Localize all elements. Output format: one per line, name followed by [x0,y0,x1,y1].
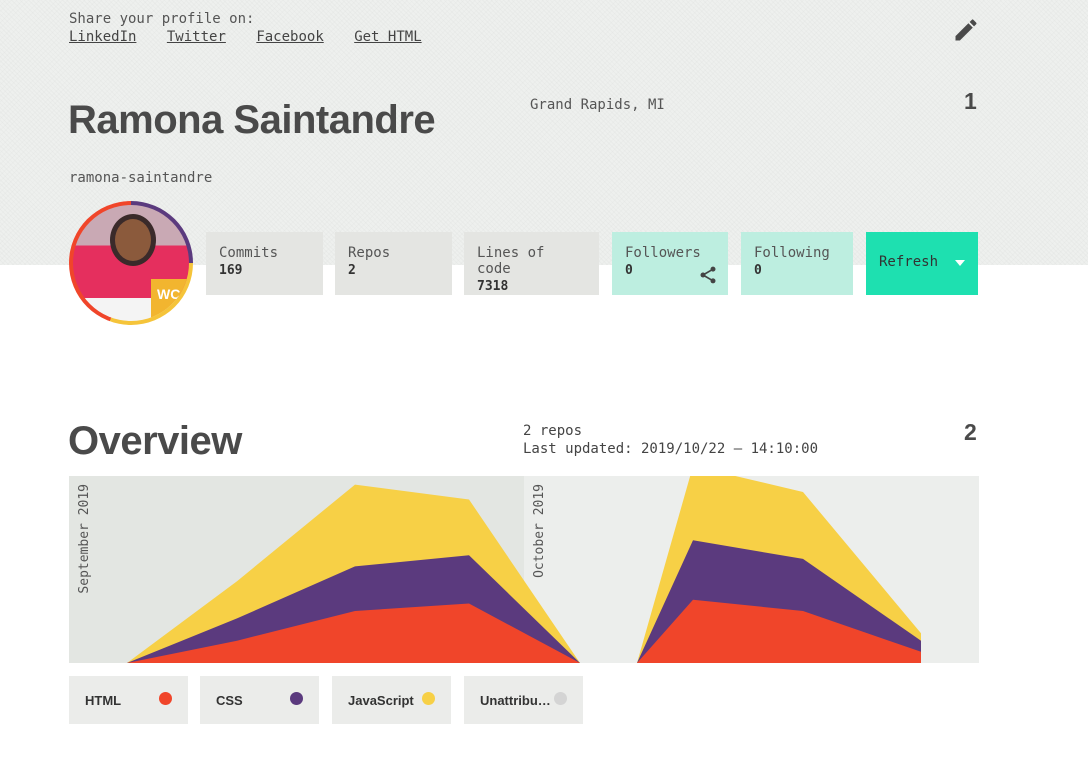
section-number-1: 1 [964,88,977,114]
share-facebook-link[interactable]: Facebook [256,29,323,45]
legend-item-javascript: JavaScript [332,676,451,724]
stat-label: Repos [348,245,391,261]
chart-svg: September 2019 October 2019 [69,466,979,663]
legend-dot [422,692,435,705]
overview-chart: September 2019 October 2019 [69,466,979,663]
legend-dot [554,692,567,705]
stat-repos: Repos 2 [335,232,452,295]
profile-username: ramona-saintandre [69,170,213,186]
share-linkedin-link[interactable]: LinkedIn [69,29,136,45]
stat-label: Lines of code [477,245,545,277]
stat-value: 169 [219,263,243,278]
overview-title: Overview [68,419,242,463]
legend-label: CSS [216,693,243,709]
overview-info: 2 repos Last updated: 2019/10/22 – 14:10… [523,422,818,458]
stat-value: 7318 [477,279,509,294]
legend-label: JavaScript [348,693,414,709]
last-updated: Last updated: 2019/10/22 – 14:10:00 [523,441,819,457]
pencil-icon[interactable] [952,16,980,44]
get-html-link[interactable]: Get HTML [354,29,421,45]
legend-item-html: HTML [69,676,188,724]
legend-label: HTML [85,693,122,709]
stat-value: 0 [754,263,762,278]
avatar: WC [69,201,193,325]
section-number-2: 2 [964,419,977,445]
profile-location: Grand Rapids, MI [530,97,665,113]
legend-item-unattributed: Unattributed [464,676,583,724]
profile-name: Ramona Saintandre [68,98,436,142]
stat-value: 2 [348,263,356,278]
avatar-face [115,219,151,261]
stat-label: Followers [625,245,701,261]
legend-item-css: CSS [200,676,319,724]
chevron-down-icon[interactable] [955,260,965,266]
stat-commits: Commits 169 [206,232,323,295]
stat-following[interactable]: Following 0 [741,232,853,295]
share-icon[interactable] [698,265,718,285]
refresh-label: Refresh [879,254,939,270]
repo-count: 2 repos [523,423,583,439]
legend-label: Unattributed [480,693,552,709]
stat-label: Commits [219,245,279,261]
share-title: Share your profile on: [69,11,255,27]
legend-dot [290,692,303,705]
month-label: October 2019 [532,484,547,578]
stat-followers[interactable]: Followers 0 [612,232,728,295]
legend-dot [159,692,172,705]
stat-label: Following [754,245,830,261]
stat-lines-of-code: Lines of code 7318 [464,232,599,295]
share-links: LinkedIn Twitter Facebook Get HTML [69,29,444,45]
share-twitter-link[interactable]: Twitter [167,29,226,45]
avatar-photo: WC [73,205,189,321]
month-label: September 2019 [77,484,92,594]
avatar-badge: WC [151,279,189,319]
refresh-button[interactable]: Refresh [866,232,978,295]
